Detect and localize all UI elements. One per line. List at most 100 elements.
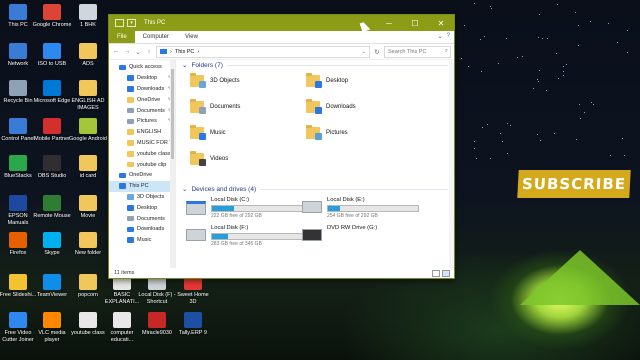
desktop-shortcut[interactable]: 1 BHK	[68, 4, 108, 29]
star	[491, 8, 492, 9]
desktop-shortcut[interactable]: Remote Mouse	[32, 195, 72, 220]
back-button[interactable]: ←	[112, 48, 120, 55]
drive-item[interactable]: Local Disk (F:) 283 GB free of 345 GB	[186, 225, 303, 247]
help-icon[interactable]: ?	[447, 33, 450, 40]
subscribe-banner: SUBSCRIBE	[517, 170, 631, 198]
recent-locations-button[interactable]: ⌄	[134, 48, 142, 56]
nav-item[interactable]: This PC	[109, 180, 175, 192]
star	[617, 42, 618, 43]
desktop-shortcut-label: Skype	[44, 250, 60, 256]
star	[593, 104, 594, 105]
nav-item[interactable]: Music	[109, 235, 175, 246]
desktop-shortcut[interactable]: ENGLISH AD IMAGES	[68, 80, 108, 111]
folder-item[interactable]: Music	[190, 125, 226, 140]
content-scrollbar[interactable]	[449, 59, 454, 268]
nav-item[interactable]: Desktop✎	[109, 73, 175, 84]
refresh-button[interactable]: ↻	[373, 48, 381, 56]
nav-item-label: Pictures	[137, 118, 157, 125]
drive-icon	[302, 201, 322, 213]
nav-item[interactable]: Pictures✎	[109, 116, 175, 127]
desktop-shortcut-label: BASIC EXPLANATI...	[104, 292, 140, 305]
remote-mouse-icon	[43, 195, 61, 211]
folder-item[interactable]: Downloads	[306, 99, 356, 114]
folder-item[interactable]: Documents	[190, 99, 240, 114]
quick-access-toolbar-icon[interactable]: ▾	[127, 19, 136, 27]
nav-item[interactable]: Quick access	[109, 62, 175, 73]
nav-item[interactable]: MUSIC FOR YOU	[109, 138, 175, 149]
folder-item[interactable]: Pictures	[306, 125, 348, 140]
desktop-shortcut[interactable]: Miracle9030	[137, 312, 177, 337]
tab-computer[interactable]: Computer	[135, 31, 177, 43]
video-cutter-icon	[9, 312, 27, 328]
desktop-shortcut[interactable]: computer educati...	[102, 312, 142, 343]
collapse-chevron-icon[interactable]: ⌄	[182, 185, 187, 193]
music-icon	[190, 125, 206, 140]
forward-button[interactable]: →	[123, 48, 131, 55]
nav-item[interactable]: Documents	[109, 213, 175, 224]
folder-item[interactable]: Videos	[190, 151, 228, 166]
folders-group-header[interactable]: ⌄ Folders (7)	[182, 59, 454, 71]
desktop-shortcut[interactable]: Movie	[68, 195, 108, 220]
expand-ribbon-icon[interactable]: ⌄	[438, 33, 443, 40]
address-dropdown-icon[interactable]: ⌄	[361, 49, 366, 55]
network-icon	[9, 43, 27, 59]
desktop-shortcut[interactable]: New folder	[68, 232, 108, 257]
breadcrumb[interactable]: This PC	[175, 49, 195, 55]
up-button[interactable]: ↑	[145, 48, 153, 55]
title-bar[interactable]: ▾ This PC ─ ☐ ✕	[109, 15, 454, 31]
drives-group-header[interactable]: ⌄ Devices and drives (4)	[182, 183, 454, 195]
drive-item[interactable]: Local Disk (C:) 222 GB free of 292 GB	[186, 197, 303, 219]
drive-usage-bar	[211, 233, 303, 240]
desktop-shortcut[interactable]: Skype	[32, 232, 72, 257]
nav-item[interactable]: OneDrive✎	[109, 94, 175, 105]
nav-item[interactable]: OneDrive	[109, 170, 175, 181]
obs-icon	[43, 155, 61, 171]
nav-item[interactable]: youtube class	[109, 148, 175, 159]
large-icons-view-icon[interactable]	[442, 270, 450, 277]
folder-icon	[79, 43, 97, 59]
desktop-shortcut[interactable]: ADS	[68, 43, 108, 68]
folders-grid: 3D Objects Desktop Documents Downloads Music…	[182, 71, 454, 183]
nav-item[interactable]: Desktop	[109, 202, 175, 213]
search-input[interactable]: Search This PC ⌕	[384, 45, 451, 58]
desktop-shortcut[interactable]: Google Android	[68, 118, 108, 143]
nav-item[interactable]: 3D Objects	[109, 192, 175, 203]
this-pc-icon	[115, 19, 124, 27]
nav-item[interactable]: Documents✎	[109, 105, 175, 116]
tab-view[interactable]: View	[177, 31, 206, 43]
star	[558, 78, 559, 79]
address-bar[interactable]: › This PC › ⌄	[156, 45, 370, 58]
desktop-shortcut[interactable]: Tally.ERP 9	[173, 312, 213, 337]
desktop-shortcut-label: Movie	[80, 213, 96, 219]
desktop-shortcut[interactable]: id card	[68, 155, 108, 180]
details-view-icon[interactable]	[432, 270, 440, 277]
desktop-shortcut[interactable]: VLC media player	[32, 312, 72, 343]
nav-item[interactable]: ENGLISH	[109, 127, 175, 138]
desktop-shortcut[interactable]: ISO to USB	[32, 43, 72, 68]
desktop-shortcut[interactable]: OBS Studio	[32, 155, 72, 180]
folder-item[interactable]: Desktop	[306, 73, 348, 88]
maximize-button[interactable]: ☐	[402, 15, 428, 31]
drive-item[interactable]: Local Disk (E:) 254 GB free of 292 GB	[302, 197, 419, 219]
drive-item[interactable]: DVD RW Drive (G:)	[302, 225, 377, 241]
desktop-shortcut[interactable]: TeamViewer	[32, 274, 72, 299]
nav-item[interactable]: youtube clip	[109, 159, 175, 170]
nav-item-label: Quick access	[129, 64, 162, 71]
control-panel-icon	[9, 118, 27, 134]
folder-item[interactable]: 3D Objects	[190, 73, 240, 88]
folder-icon	[79, 195, 97, 211]
collapse-chevron-icon[interactable]: ⌄	[182, 61, 187, 69]
desktop-shortcut[interactable]: Mobile Partner	[32, 118, 72, 143]
nav-item-label: youtube clip	[137, 161, 167, 168]
nav-item[interactable]: Downloads	[109, 224, 175, 235]
desktop-shortcut[interactable]: Microsoft Edge	[32, 80, 72, 105]
star	[474, 141, 475, 142]
nav-item[interactable]: Downloads✎	[109, 84, 175, 95]
minimize-button[interactable]: ─	[376, 15, 402, 31]
tab-file[interactable]: File	[109, 31, 135, 43]
desktop-shortcut[interactable]: Google Chrome	[32, 4, 72, 29]
file-explorer-window[interactable]: ▾ This PC ─ ☐ ✕ File Computer View ⌄ ? ←…	[108, 14, 455, 279]
close-button[interactable]: ✕	[428, 15, 454, 31]
nav-scrollbar[interactable]	[170, 59, 175, 268]
documents-icon	[127, 215, 134, 222]
